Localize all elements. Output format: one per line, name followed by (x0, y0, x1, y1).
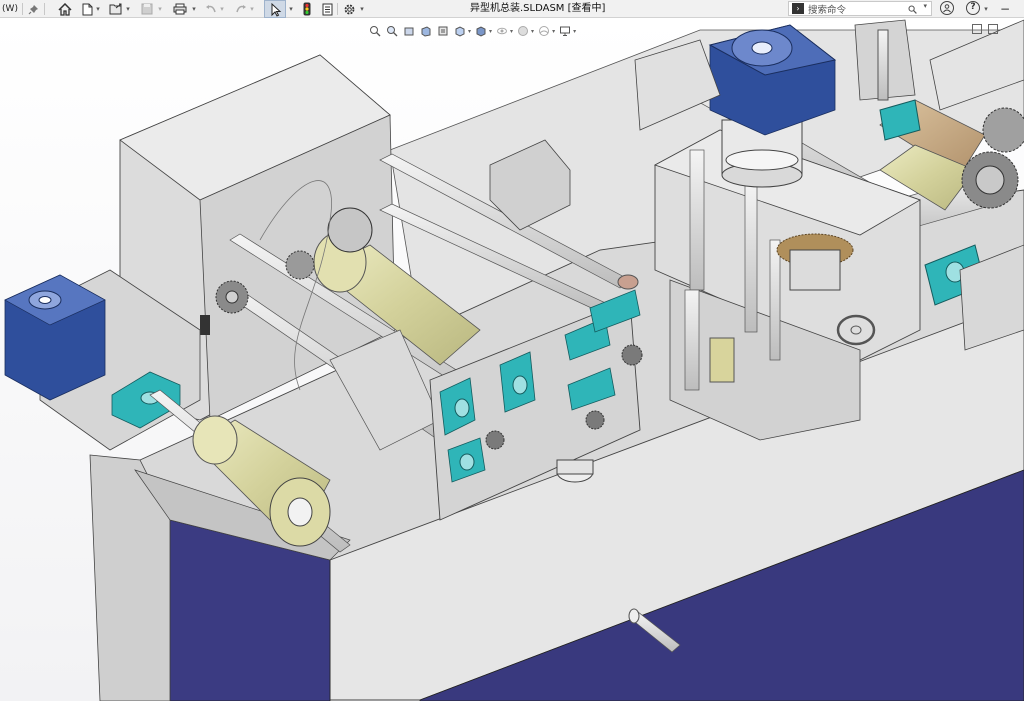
zoom-area-icon[interactable] (385, 24, 399, 38)
minimize-button[interactable]: − (996, 0, 1014, 18)
display-style-dropdown-icon[interactable]: ▾ (489, 28, 492, 35)
hide-show-items-icon[interactable] (495, 24, 509, 38)
open-dropdown-icon[interactable]: ▾ (124, 0, 132, 18)
view-orientation-icon[interactable] (453, 24, 467, 38)
print-dropdown-icon[interactable]: ▾ (190, 0, 198, 18)
help-dropdown-icon[interactable]: ▾ (982, 0, 990, 18)
apply-scene-icon[interactable] (537, 24, 551, 38)
user-account-icon[interactable] (940, 1, 954, 15)
print-icon[interactable] (172, 0, 188, 18)
section-view-icon[interactable] (419, 24, 433, 38)
title-bar: (W) ▾ ▾ ▾ ▾ ▾ ▾ ▾ ▾ 异型机总装.SLDASM [查看中] ›… (0, 0, 1024, 18)
graphics-viewport[interactable]: ▾ ▾ ▾ ▾ ▾ ▾ (0, 18, 1024, 701)
edit-appearance-icon[interactable] (516, 24, 530, 38)
save-icon[interactable] (140, 0, 154, 18)
home-icon[interactable] (56, 0, 74, 18)
new-document-icon[interactable] (80, 0, 94, 18)
edit-appearance-dropdown-icon[interactable]: ▾ (531, 28, 534, 35)
zoom-to-fit-icon[interactable] (368, 24, 382, 38)
search-commands-field[interactable]: › 搜索命令 ▾ (788, 1, 932, 16)
new-dropdown-icon[interactable]: ▾ (94, 0, 102, 18)
help-icon[interactable]: ? (966, 1, 980, 15)
pin-icon[interactable] (26, 0, 40, 18)
select-button[interactable] (264, 0, 286, 18)
viewport-tile-icon[interactable] (972, 24, 982, 34)
command-prompt-icon: › (792, 3, 804, 14)
search-dropdown-icon[interactable]: ▾ (923, 2, 927, 10)
hide-show-dropdown-icon[interactable]: ▾ (510, 28, 513, 35)
previous-view-icon[interactable] (402, 24, 416, 38)
undo-icon[interactable] (204, 0, 218, 18)
viewport-restore-icon[interactable] (988, 24, 998, 34)
undo-dropdown-icon[interactable]: ▾ (218, 0, 226, 18)
options-dropdown-icon[interactable]: ▾ (358, 0, 366, 18)
menu-fragment[interactable]: (W) (0, 0, 20, 18)
file-properties-icon[interactable] (320, 0, 334, 18)
redo-dropdown-icon[interactable]: ▾ (248, 0, 256, 18)
traffic-light-icon[interactable] (300, 0, 314, 18)
redo-icon[interactable] (234, 0, 248, 18)
select-dropdown-icon[interactable]: ▾ (287, 0, 295, 18)
assembly-model-render[interactable] (0, 18, 1024, 701)
view-orientation-dropdown-icon[interactable]: ▾ (468, 28, 471, 35)
search-icon[interactable] (908, 2, 917, 17)
open-icon[interactable] (108, 0, 124, 18)
heads-up-view-toolbar: ▾ ▾ ▾ ▾ ▾ ▾ (368, 22, 576, 40)
display-style-icon[interactable] (474, 24, 488, 38)
dynamic-annotation-icon[interactable] (436, 24, 450, 38)
search-placeholder: 搜索命令 (808, 4, 847, 16)
save-dropdown-icon[interactable]: ▾ (156, 0, 164, 18)
viewport-window-controls (972, 24, 998, 34)
options-gear-icon[interactable] (341, 0, 357, 18)
view-settings-icon[interactable] (558, 24, 572, 38)
apply-scene-dropdown-icon[interactable]: ▾ (552, 28, 555, 35)
document-title: 异型机总装.SLDASM [查看中] (470, 3, 606, 14)
view-settings-dropdown-icon[interactable]: ▾ (573, 28, 576, 35)
